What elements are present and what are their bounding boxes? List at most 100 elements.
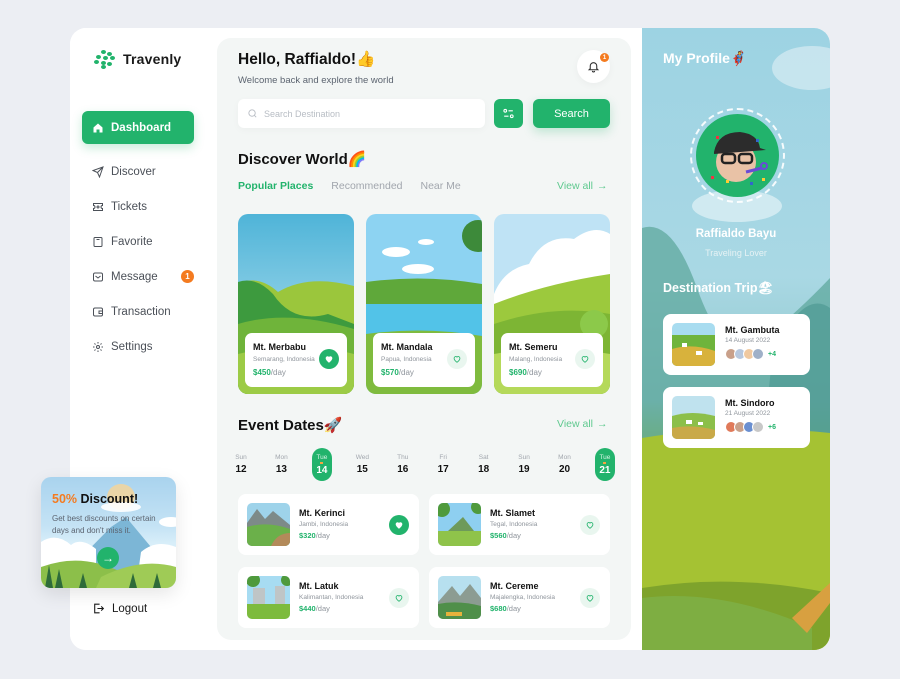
event-location: Majalengka, Indonesia <box>490 594 556 601</box>
heart-icon <box>586 522 594 529</box>
profile-panel: My Profile🦸 Raffialdo Bayu Traveling Lov… <box>642 28 830 650</box>
date-item[interactable]: Sat 18 <box>474 448 494 481</box>
event-card[interactable]: Mt. Cereme Majalengka, Indonesia $680/da… <box>429 567 610 628</box>
notification-button[interactable]: 1 <box>577 50 610 83</box>
gear-icon <box>93 342 103 352</box>
event-dates-title: Event Dates🚀 <box>238 417 343 434</box>
place-info: Mt. Mandala Papua, Indonesia $570/day <box>373 333 475 387</box>
trip-participants: +4 <box>725 348 776 360</box>
favorite-button[interactable] <box>319 349 339 369</box>
event-location: Kalimantan, Indonesia <box>299 594 364 601</box>
sidebar-item-dashboard[interactable]: Dashboard <box>82 111 194 144</box>
sidebar-item-discover[interactable]: Discover <box>82 156 194 188</box>
destination-trip-title: Destination Trip🏖 <box>663 281 774 295</box>
sidebar-item-favorite[interactable]: Favorite <box>82 226 194 258</box>
participants-more: +6 <box>768 423 776 431</box>
trip-image <box>672 323 715 366</box>
event-image <box>247 576 290 619</box>
discover-tabs: Popular Places Recommended Near Me <box>238 180 461 192</box>
favorite-button[interactable] <box>580 515 600 535</box>
search-icon <box>248 109 257 118</box>
trip-name: Mt. Gambuta <box>725 325 780 335</box>
place-info: Mt. Semeru Malang, Indonesia $690/day <box>501 333 603 387</box>
place-price: $450/day <box>253 368 286 377</box>
favorite-button[interactable] <box>575 349 595 369</box>
message-icon <box>93 272 103 282</box>
date-item[interactable]: Sun 19 <box>514 448 534 481</box>
date-item[interactable]: Wed 15 <box>352 448 372 481</box>
view-all-label: View all <box>557 418 593 430</box>
heart-icon <box>395 522 403 529</box>
place-card[interactable]: Mt. Mandala Papua, Indonesia $570/day <box>366 214 482 394</box>
events-view-all-link[interactable]: View all → <box>557 418 608 430</box>
event-price: $440/day <box>299 604 330 613</box>
profile-title: My Profile🦸 <box>663 50 748 66</box>
event-card[interactable]: Mt. Kerinci Jambi, Indonesia $320/day <box>238 494 419 555</box>
trip-date: 14 August 2022 <box>725 337 771 344</box>
send-icon <box>92 166 104 178</box>
tab-popular-places[interactable]: Popular Places <box>238 180 313 192</box>
place-card[interactable]: Mt. Semeru Malang, Indonesia $690/day <box>494 214 610 394</box>
sidebar-nav: Dashboard Discover Tickets Favorite Mess… <box>82 111 194 366</box>
discover-title: Discover World🌈 <box>238 151 367 168</box>
filter-button[interactable] <box>494 99 523 128</box>
logout-button[interactable]: Logout <box>92 602 147 615</box>
sidebar-item-label: Tickets <box>111 201 147 213</box>
logout-label: Logout <box>112 602 148 615</box>
tab-recommended[interactable]: Recommended <box>331 180 402 192</box>
tab-near-me[interactable]: Near Me <box>421 180 461 192</box>
popular-places-list: Mt. Merbabu Semarang, Indonesia $450/day <box>238 214 610 394</box>
heart-icon <box>581 356 589 363</box>
promo-go-button[interactable]: → <box>97 547 119 569</box>
avatar[interactable] <box>696 114 779 197</box>
event-list: Mt. Kerinci Jambi, Indonesia $320/day Mt… <box>238 494 610 628</box>
sidebar-item-message[interactable]: Message 1 <box>82 261 194 293</box>
sidebar-item-label: Message <box>111 271 158 283</box>
event-name: Mt. Kerinci <box>299 508 346 518</box>
event-name: Mt. Slamet <box>490 508 536 518</box>
place-info: Mt. Merbabu Semarang, Indonesia $450/day <box>245 333 347 387</box>
date-item[interactable]: Mon 13 <box>271 448 291 481</box>
sidebar-item-label: Favorite <box>111 236 153 248</box>
sidebar-item-transaction[interactable]: Transaction <box>82 296 194 328</box>
trip-card[interactable]: Mt. Gambuta 14 August 2022 +4 <box>663 314 810 375</box>
heart-icon <box>325 356 333 363</box>
wallet-icon <box>93 307 103 317</box>
bookmark-icon <box>93 237 103 247</box>
event-card[interactable]: Mt. Latuk Kalimantan, Indonesia $440/day <box>238 567 419 628</box>
event-location: Jambi, Indonesia <box>299 521 349 528</box>
sidebar-item-settings[interactable]: Settings <box>82 331 194 363</box>
promo-description: Get best discounts on certain days and d… <box>52 514 156 535</box>
sidebar-item-tickets[interactable]: Tickets <box>82 191 194 223</box>
date-strip: Sun 12 Mon 13 Tue 14 Wed 15 Thu 16 Fri 17 Sat 1… <box>231 448 615 481</box>
discover-view-all-link[interactable]: View all → <box>557 180 608 192</box>
search-bar <box>238 99 485 128</box>
favorite-button[interactable] <box>389 588 409 608</box>
favorite-button[interactable] <box>580 588 600 608</box>
ticket-icon <box>93 203 103 211</box>
bell-icon <box>587 62 600 73</box>
date-item[interactable]: Fri 17 <box>433 448 453 481</box>
date-item[interactable]: Thu 16 <box>393 448 413 481</box>
event-price: $320/day <box>299 531 330 540</box>
event-price: $560/day <box>490 531 521 540</box>
discount-promo-card[interactable]: 50% Discount! Get best discounts on cert… <box>41 477 176 588</box>
event-card[interactable]: Mt. Slamet Tegal, Indonesia $560/day <box>429 494 610 555</box>
favorite-button[interactable] <box>447 349 467 369</box>
search-input[interactable] <box>264 108 464 119</box>
date-item-selected[interactable]: Tue 14 <box>311 448 332 481</box>
app-name: Travenly <box>123 51 182 67</box>
trip-card[interactable]: Mt. Sindoro 21 August 2022 +6 <box>663 387 810 448</box>
event-image <box>438 503 481 546</box>
arrow-right-icon: → <box>597 418 608 430</box>
place-card[interactable]: Mt. Merbabu Semarang, Indonesia $450/day <box>238 214 354 394</box>
place-price: $690/day <box>509 368 542 377</box>
date-item[interactable]: Mon 20 <box>555 448 575 481</box>
date-item-selected[interactable]: Tue 21 <box>594 448 615 481</box>
heart-icon <box>453 356 461 363</box>
heart-icon <box>586 595 594 602</box>
date-item[interactable]: Sun 12 <box>231 448 251 481</box>
favorite-button[interactable] <box>389 515 409 535</box>
search-button[interactable]: Search <box>533 99 610 128</box>
logo[interactable]: Travenly <box>94 50 182 69</box>
